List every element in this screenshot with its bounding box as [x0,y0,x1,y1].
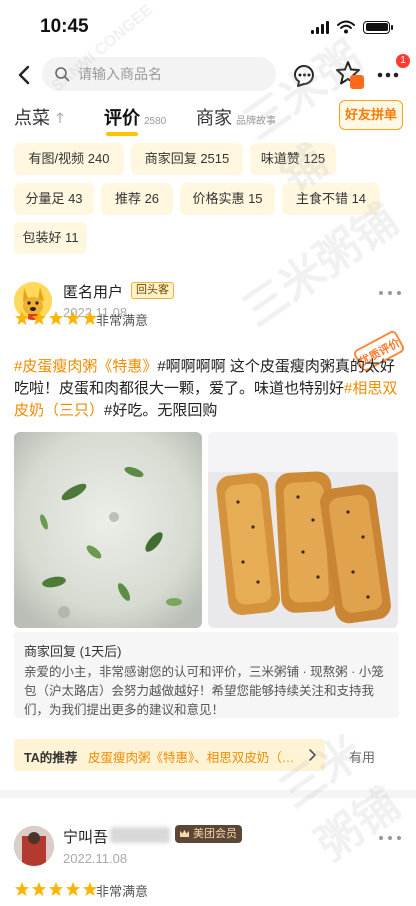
review-more-icon[interactable] [378,290,402,296]
search-icon [55,67,70,82]
star-filled-icon [66,882,80,896]
rating-stars [14,310,98,326]
tab-reviews[interactable]: 评价 2580 [104,104,166,130]
review-text-part: #好吃。无限回购 [104,402,218,419]
member-tag: 美团会员 [175,825,242,843]
avatar[interactable] [14,826,54,866]
recommended-dishes[interactable]: TA的推荐 皮蛋瘦肉粥《特惠》、相思双皮奶（三只） [14,739,325,771]
filter-chip[interactable]: 商家回复 2515 [131,143,243,175]
tab-dishes[interactable]: 点菜 [14,104,65,130]
tab-bar: 点菜 评价 2580 商家 品牌故事 好友拼单 [0,100,416,136]
tab-sub: 品牌故事 [236,116,276,127]
recommend-dishes-text: 皮蛋瘦肉粥《特惠》、相思双皮奶（三只） [88,751,302,765]
signal-icon [311,20,329,34]
search-box[interactable] [42,57,276,91]
filter-chip[interactable]: 有图/视频 240 [14,143,124,175]
star-filled-icon [49,882,63,896]
star-filled-icon [32,882,46,896]
star-filled-icon [49,311,63,325]
recommend-label: TA的推荐 [24,751,78,765]
sort-icon [56,112,64,123]
review-username: 宁叫吾 [63,829,109,846]
useful-button[interactable]: 有用 [349,747,375,766]
merchant-reply: 商家回复 (1天后) 亲爱的小主，非常感谢您的认可和评价，三米粥铺 · 现熬粥 … [14,632,399,718]
status-icons [311,20,393,34]
star-filled-icon [66,311,80,325]
wifi-icon [337,20,355,34]
search-row: 1 [0,54,416,94]
fried-dough-photo-image [208,432,398,628]
filter-chip[interactable]: 分量足 43 [14,183,94,215]
group-order-button[interactable]: 好友拼单 [339,100,403,130]
search-input[interactable] [78,63,268,85]
brand-watermark: 三米粥铺 [271,727,409,871]
back-icon[interactable] [14,63,36,87]
rating-text: 非常满意 [96,313,149,328]
tab-count: 2580 [144,116,167,127]
filter-chip[interactable]: 价格实惠 15 [180,183,275,215]
review-photo-fried-dough[interactable] [208,432,398,628]
user-photo-avatar [14,826,54,866]
star-filled-icon [32,311,46,325]
rating-text: 非常满意 [96,884,149,899]
filter-chip[interactable]: 味道赞 125 [250,143,336,175]
congee-photo-image [14,432,202,628]
status-time: 10:45 [40,16,89,37]
active-tab-indicator [106,132,138,136]
tab-label: 商家 [196,108,232,128]
reply-content: 亲爱的小主，非常感谢您的认可和评价，三米粥铺 · 现熬粥 · 小笼包（沪太路店）… [24,665,384,717]
review-text: #皮蛋瘦肉粥《特惠》#啊啊啊啊 这个皮蛋瘦肉粥真的太好吃啦！皮蛋和肉都很大一颗，… [14,356,406,422]
filter-chip[interactable]: 推荐 26 [101,183,173,215]
repeat-customer-tag: 回头客 [131,282,174,299]
status-bar: 10:45 [0,0,416,52]
reply-title: 商家回复 (1天后) [24,644,122,659]
battery-icon [363,20,393,34]
star-filled-icon [15,882,29,896]
masked-name [110,827,170,843]
crown-icon [180,830,189,837]
customer-service-icon[interactable] [290,61,318,89]
section-divider [0,790,416,798]
review-date: 2022.11.08 [63,851,128,866]
review-more-icon[interactable] [378,835,402,841]
filter-chip[interactable]: 主食不错 14 [282,183,380,215]
filter-chip[interactable]: 包装好 11 [14,222,87,254]
star-filled-icon [15,311,29,325]
tab-label: 点菜 [14,108,50,128]
review-username: 匿名用户 [63,284,124,301]
gift-badge-icon [350,75,364,89]
review-hashtag[interactable]: #皮蛋瘦肉粥《特惠》 [14,358,157,375]
chevron-right-icon [309,749,316,761]
notification-badge: 1 [396,54,410,68]
tab-merchant[interactable]: 商家 品牌故事 [196,104,276,130]
review-photo-congee[interactable] [14,432,202,628]
member-tag-text: 美团会员 [193,828,237,840]
rating-stars [14,881,98,897]
tab-label: 评价 [104,108,140,128]
